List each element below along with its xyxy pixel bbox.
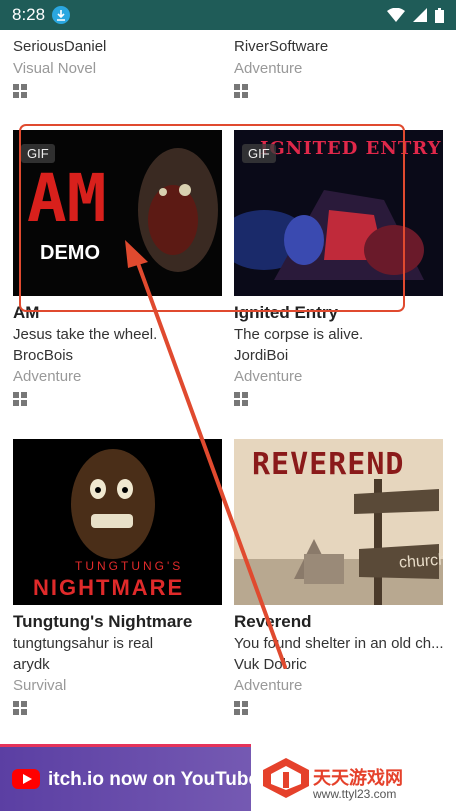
game-author[interactable]: RiverSoftware bbox=[234, 38, 328, 55]
game-author[interactable]: Vuk Dobric bbox=[234, 656, 307, 673]
game-title[interactable]: Reverend bbox=[234, 612, 311, 632]
cover-title: AM bbox=[27, 160, 107, 237]
windows-icon bbox=[13, 701, 27, 715]
game-author[interactable]: BrocBois bbox=[13, 347, 73, 364]
game-title[interactable]: Tungtung's Nightmare bbox=[13, 612, 192, 632]
cover-subtitle: DEMO bbox=[40, 242, 100, 264]
game-genre: Survival bbox=[13, 677, 67, 694]
game-title[interactable]: AM bbox=[13, 303, 39, 323]
game-genre: Adventure bbox=[234, 677, 303, 694]
windows-icon bbox=[13, 392, 27, 406]
cover-title: IGNITED ENTRY bbox=[260, 138, 442, 159]
game-author[interactable]: arydk bbox=[13, 656, 50, 673]
windows-icon bbox=[234, 392, 248, 406]
game-description: You found shelter in an old ch... bbox=[234, 635, 444, 652]
download-icon bbox=[52, 6, 71, 24]
wifi-icon bbox=[387, 8, 405, 22]
banner-text[interactable]: itch.io now on YouTube! bbox=[48, 769, 265, 791]
battery-icon bbox=[435, 7, 444, 23]
game-title[interactable]: Ignited Entry bbox=[234, 303, 338, 323]
cellular-icon bbox=[413, 8, 427, 22]
game-description: Jesus take the wheel. bbox=[13, 326, 158, 343]
cover-title: NIGHTMARE bbox=[33, 575, 185, 600]
game-description: The corpse is alive. bbox=[234, 326, 364, 343]
gif-badge: GIF bbox=[242, 144, 276, 163]
windows-icon bbox=[13, 84, 27, 98]
gif-badge: GIF bbox=[21, 144, 55, 163]
cover-sign: church bbox=[398, 551, 443, 572]
game-genre: Adventure bbox=[234, 368, 303, 385]
watermark-logo-icon bbox=[263, 758, 309, 798]
watermark-url: www.ttyl23.com bbox=[313, 787, 397, 801]
game-description: tungtungsahur is real bbox=[13, 635, 154, 652]
game-genre: Visual Novel bbox=[13, 60, 97, 77]
cover-title-top: TUNGTUNG'S bbox=[75, 559, 184, 573]
status-bar: 8:28 bbox=[0, 0, 456, 30]
game-cover[interactable]: REVEREND church bbox=[234, 439, 443, 605]
game-cover[interactable]: AM DEMO GIF bbox=[13, 130, 222, 296]
youtube-icon bbox=[12, 769, 40, 789]
game-author[interactable]: JordiBoi bbox=[234, 347, 288, 364]
game-author[interactable]: SeriousDaniel bbox=[13, 38, 106, 55]
game-cover[interactable]: IGNITED ENTRY GIF bbox=[234, 130, 443, 296]
status-time: 8:28 bbox=[12, 5, 46, 24]
windows-icon bbox=[234, 701, 248, 715]
windows-icon bbox=[234, 84, 248, 98]
game-genre: Adventure bbox=[13, 368, 82, 385]
annotation-overlay bbox=[19, 124, 405, 669]
cover-title: REVEREND bbox=[252, 447, 405, 482]
game-genre: Adventure bbox=[234, 60, 303, 77]
site-watermark: 天天游戏网 www.ttyl23.com bbox=[251, 744, 456, 811]
game-cover[interactable]: TUNGTUNG'S NIGHTMARE bbox=[13, 439, 222, 605]
